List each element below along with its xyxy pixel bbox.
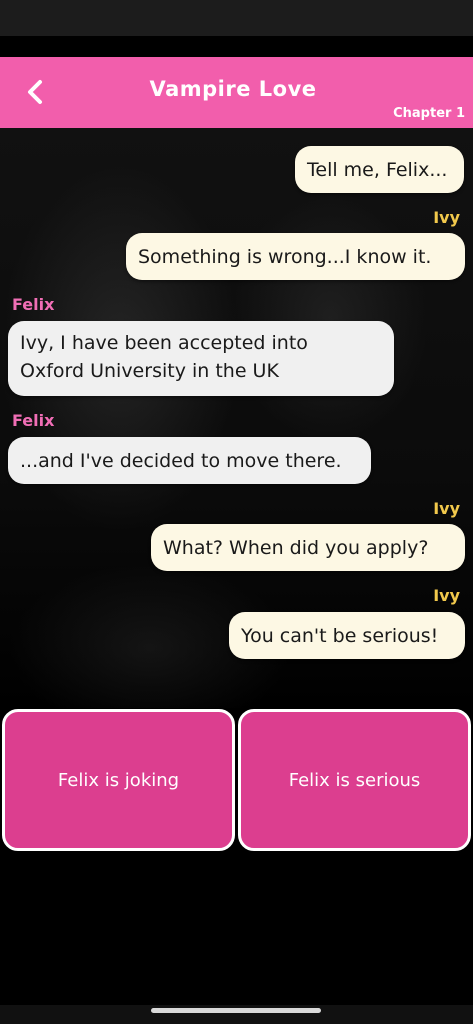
- message-text: ...and I've decided to move there.: [20, 450, 342, 472]
- speaker-name-felix: Felix: [12, 411, 55, 430]
- chat-bubble-felix: ...and I've decided to move there.: [8, 437, 371, 484]
- message-text: You can't be serious!: [241, 625, 439, 647]
- page-title: Vampire Love: [149, 77, 317, 101]
- chat-area[interactable]: Tell me, Felix... Ivy Something is wrong…: [0, 128, 473, 708]
- message-text: Tell me, Felix...: [307, 159, 448, 181]
- status-bar: [0, 0, 473, 36]
- chat-bubble-ivy: Something is wrong...I know it.: [126, 233, 465, 280]
- chat-bubble-felix: Ivy, I have been accepted into Oxford Un…: [8, 321, 394, 396]
- speaker-name-felix: Felix: [12, 295, 55, 314]
- message-text: What? When did you apply?: [163, 537, 429, 559]
- choice-button-joking[interactable]: Felix is joking: [2, 709, 235, 851]
- speaker-name-ivy: Ivy: [433, 499, 460, 518]
- chat-bubble-ivy: Tell me, Felix...: [295, 146, 464, 193]
- chapter-label: Chapter 1: [393, 106, 465, 121]
- message-text: Something is wrong...I know it.: [138, 246, 432, 268]
- chat-bubble-ivy: What? When did you apply?: [151, 524, 465, 571]
- choice-label: Felix is serious: [288, 769, 421, 791]
- speaker-name-ivy: Ivy: [433, 586, 460, 605]
- home-indicator-bar[interactable]: [151, 1008, 321, 1013]
- message-text: Oxford University in the UK: [20, 360, 279, 382]
- choice-button-serious[interactable]: Felix is serious: [238, 709, 471, 851]
- message-text: Ivy, I have been accepted into: [20, 332, 308, 354]
- speaker-name-ivy: Ivy: [433, 208, 460, 227]
- choice-label: Felix is joking: [57, 769, 180, 791]
- chat-bubble-ivy: You can't be serious!: [229, 612, 465, 659]
- app-header: Vampire Love Chapter 1: [0, 57, 473, 128]
